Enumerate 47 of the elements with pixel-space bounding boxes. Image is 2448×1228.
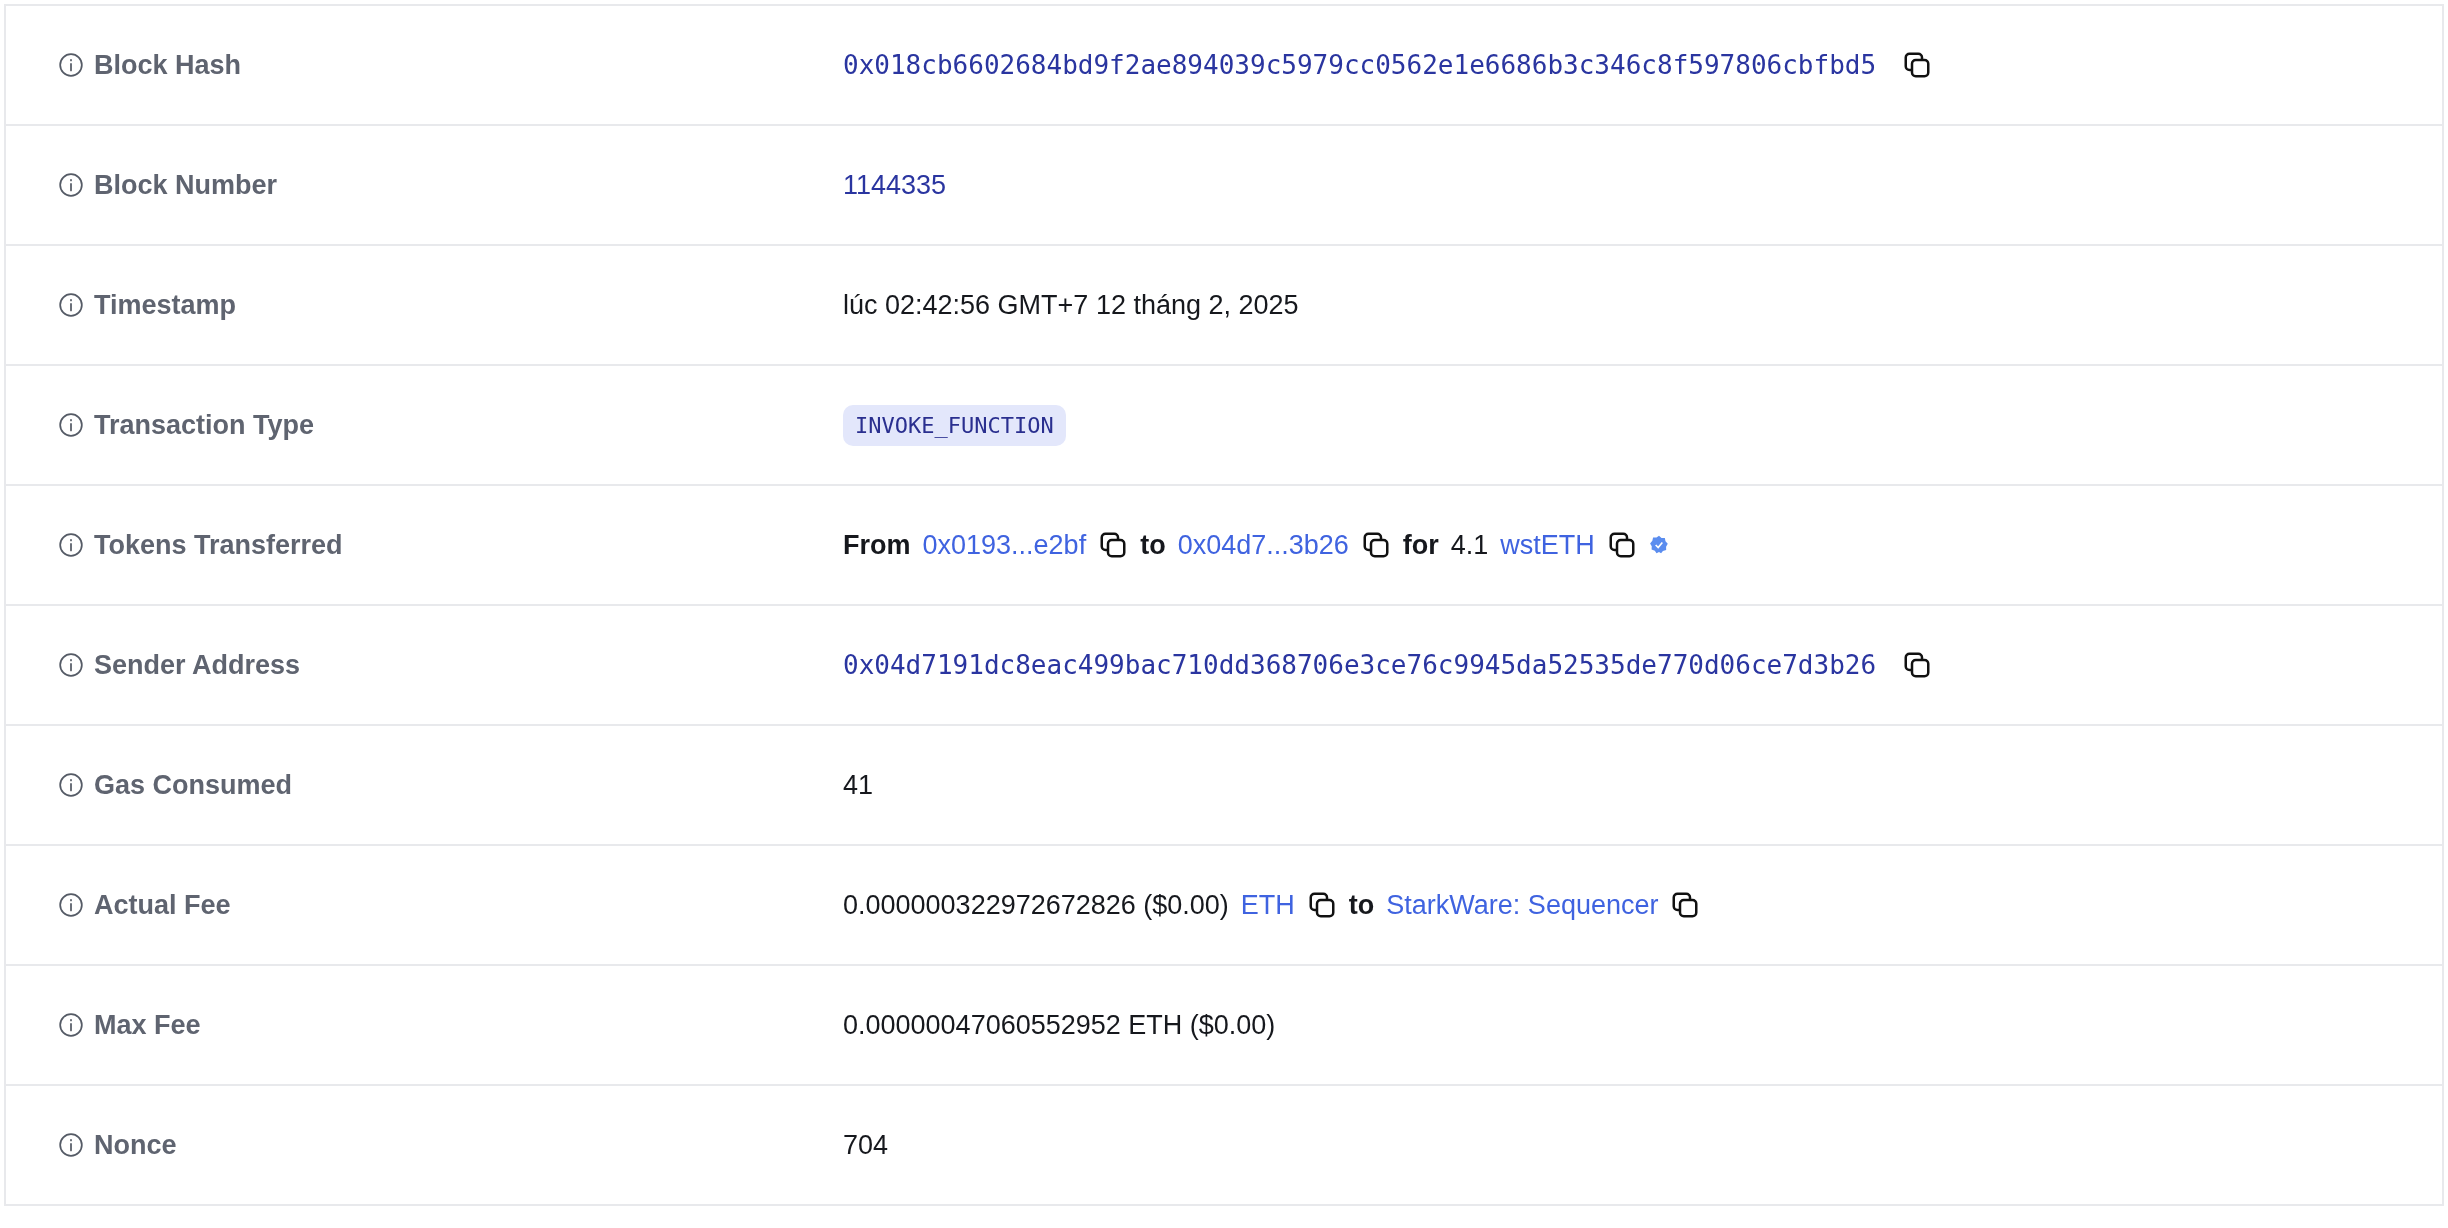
address-link[interactable]: 0x0193...e2bf	[922, 529, 1087, 561]
info-icon	[58, 172, 84, 198]
info-icon	[58, 1132, 84, 1158]
block-number-link[interactable]: 1144335	[843, 169, 947, 201]
hash-link[interactable]: 0x04d7191dc8eac499bac710dd368706e3ce76c9945da52535de770d06ce7d3b26	[843, 650, 1877, 680]
address-link[interactable]: wstETH	[1500, 529, 1595, 561]
field-label: Gas Consumed	[94, 769, 293, 801]
field-label: Transaction Type	[94, 409, 315, 441]
info-icon	[58, 292, 84, 318]
hash-link[interactable]: 0x018cb6602684bd9f2ae894039c5979cc0562e1e6686b3c346c8f597806cbfbd5	[843, 50, 1877, 80]
field-value: 4.1	[1450, 529, 1489, 561]
copy-icon[interactable]	[1606, 530, 1637, 560]
type-badge: INVOKE_FUNCTION	[843, 404, 1066, 446]
copy-icon[interactable]	[1902, 650, 1933, 680]
field-value: 0.000000322972672826 ($0.00)	[843, 889, 1229, 921]
copy-icon[interactable]	[1360, 530, 1391, 560]
connector-text: to	[1140, 529, 1166, 561]
address-link[interactable]: StarkWare: Sequencer	[1386, 889, 1659, 921]
field-value: 704	[843, 1129, 889, 1161]
connector-text: for	[1402, 529, 1439, 561]
copy-icon[interactable]	[1670, 890, 1701, 920]
field-label: Max Fee	[94, 1009, 201, 1041]
info-icon	[58, 892, 84, 918]
field-label: Tokens Transferred	[94, 529, 343, 561]
field-label: Nonce	[94, 1129, 177, 1161]
info-icon	[58, 1012, 84, 1038]
verified-badge-icon	[1648, 535, 1669, 555]
field-label: Sender Address	[94, 649, 301, 681]
field-value: 41	[843, 769, 874, 801]
copy-icon[interactable]	[1902, 50, 1933, 80]
info-icon	[58, 52, 84, 78]
info-icon	[58, 652, 84, 678]
info-icon	[58, 412, 84, 438]
copy-icon[interactable]	[1306, 890, 1337, 920]
info-icon	[58, 532, 84, 558]
field-value: 0.00000047060552952 ETH ($0.00)	[843, 1009, 1276, 1041]
connector-text: to	[1348, 889, 1375, 921]
field-label: Timestamp	[94, 289, 237, 321]
connector-text: From	[843, 529, 911, 561]
field-label: Block Hash	[94, 49, 242, 81]
copy-icon[interactable]	[1098, 530, 1129, 560]
field-label: Block Number	[94, 169, 278, 201]
field-label: Actual Fee	[94, 889, 231, 921]
address-link[interactable]: ETH	[1240, 889, 1295, 921]
address-link[interactable]: 0x04d7...3b26	[1177, 529, 1349, 561]
field-value: lúc 02:42:56 GMT+7 12 tháng 2, 2025	[843, 289, 1299, 321]
info-icon	[58, 772, 84, 798]
